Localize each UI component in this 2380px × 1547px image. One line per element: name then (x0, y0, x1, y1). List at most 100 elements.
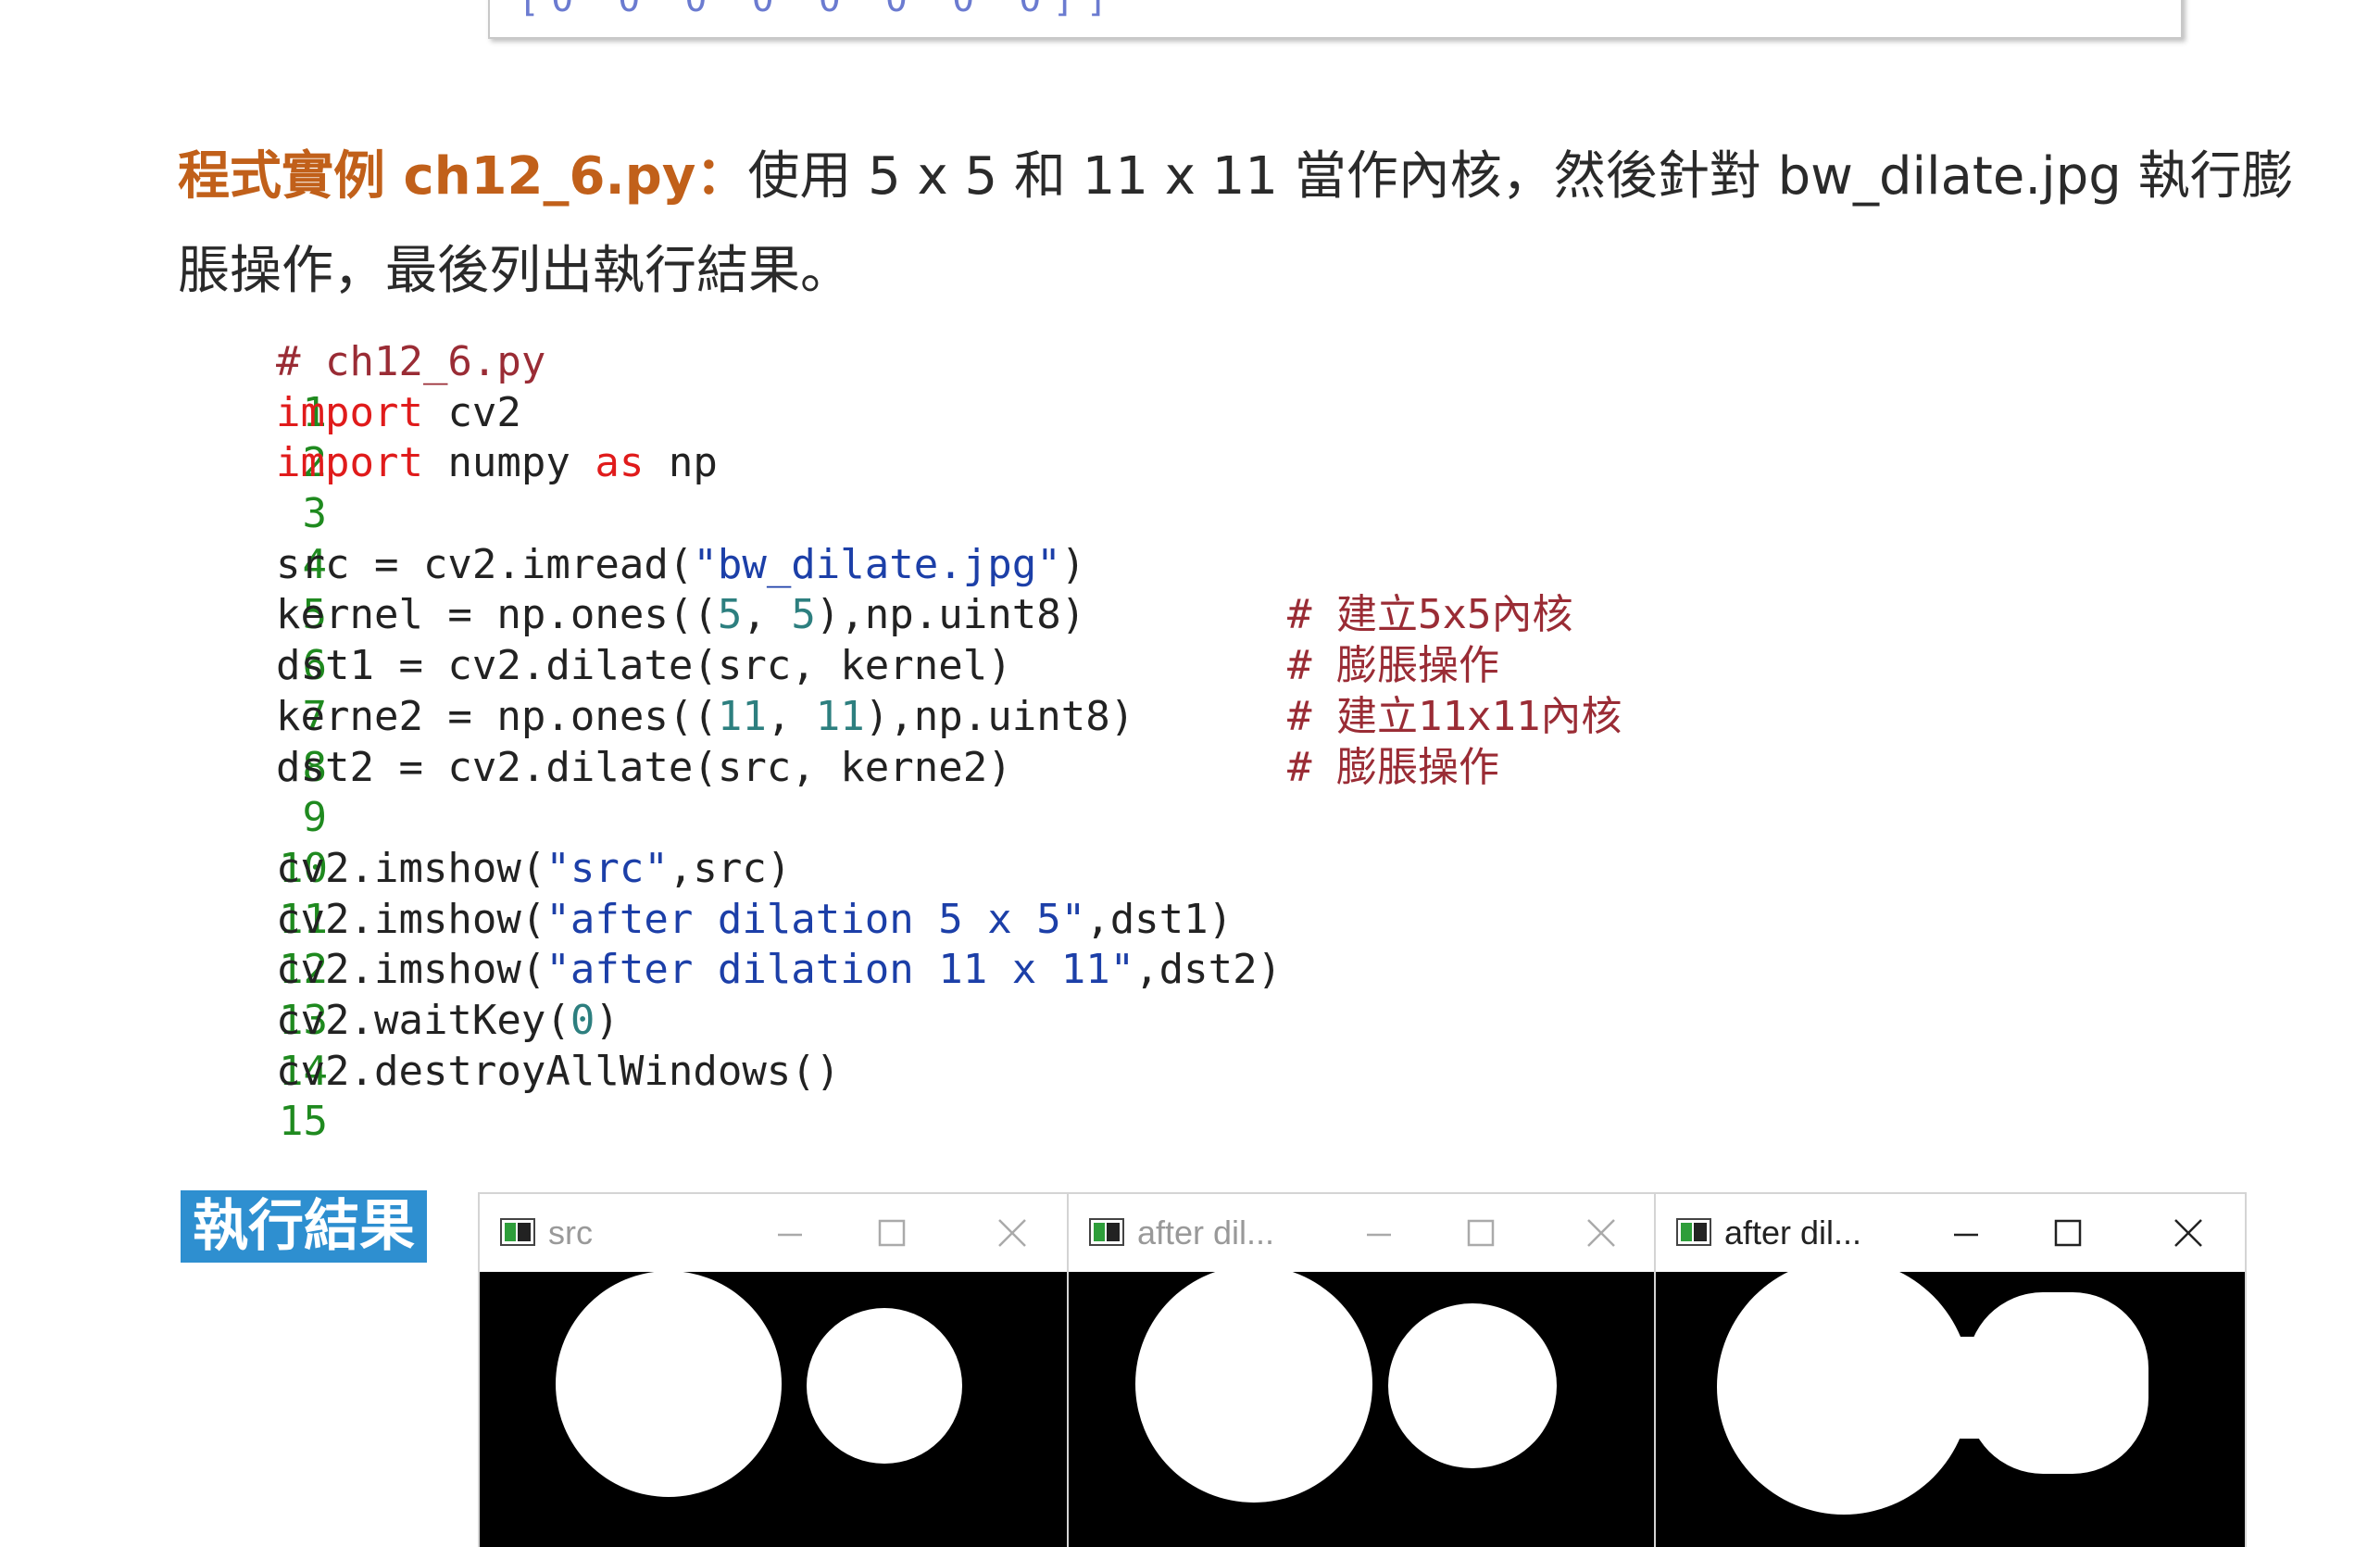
image-canvas (1069, 1272, 1654, 1547)
minimize-button[interactable] (1938, 1207, 1994, 1259)
close-icon (998, 1219, 1026, 1247)
small-circle-shape (1388, 1303, 1557, 1468)
intro-paragraph: 程式實例 ch12_6.py：使用 5 x 5 和 11 x 11 當作內核，然… (178, 130, 2336, 319)
large-circle-shape (1717, 1272, 1971, 1515)
window-after-dilation-11x11: after dil... (1654, 1192, 2247, 1547)
code-text: numpy (422, 439, 595, 487)
code-comment: # 建立5x5內核 (1287, 591, 1573, 639)
code-comment: # ch12_6.py (276, 338, 546, 385)
close-icon (1587, 1219, 1615, 1247)
code-text: ),np.uint8) (864, 692, 1135, 740)
code-text: , (742, 591, 792, 639)
code-text: dst2 = cv2.dilate(src, kerne2) (276, 743, 1012, 791)
window-titlebar[interactable]: src (480, 1194, 1067, 1272)
maximize-button[interactable] (864, 1207, 920, 1259)
code-text: np (644, 439, 718, 487)
code-text: src = cv2.imread( (276, 540, 694, 588)
code-line: 12 cv2.imshow("after dilation 5 x 5",dst… (181, 895, 1233, 994)
code-text: ),np.uint8) (815, 591, 1086, 639)
minimize-icon (1954, 1233, 1978, 1237)
dilation-image (1717, 1272, 2148, 1515)
code-text: cv2.imshow( (276, 844, 546, 892)
code-text: dst1 = cv2.dilate(src, kernel) (276, 642, 1012, 690)
maximize-button[interactable] (1453, 1207, 1509, 1259)
large-circle-shape (1135, 1272, 1372, 1503)
code-line: 1 # ch12_6.py (181, 337, 545, 436)
code-line: 9 dst2 = cv2.dilate(src, kerne2) # 膨脹操作 (181, 743, 1499, 842)
code-text: , (766, 692, 816, 740)
close-button[interactable] (2161, 1207, 2216, 1259)
close-icon (2174, 1219, 2202, 1247)
merged-bridge-shape (1934, 1337, 1998, 1439)
code-string: "after dilation 11 x 11" (545, 946, 1135, 994)
code-line: 5 src = cv2.imread("bw_dilate.jpg") (181, 540, 1085, 639)
code-line: 2 import cv2 (181, 388, 521, 487)
minimize-icon (1367, 1233, 1391, 1237)
line-number: 15 (278, 1098, 328, 1146)
code-line: 15 cv2.destroyAllWindows() (181, 1047, 840, 1146)
image-canvas (480, 1272, 1067, 1547)
code-text: cv2.imshow( (276, 895, 546, 943)
code-text: ,dst1) (1085, 895, 1234, 943)
window-title: src (548, 1214, 593, 1251)
code-line: 13 cv2.imshow("after dilation 11 x 11",d… (181, 945, 1282, 1044)
code-number: 0 (570, 996, 595, 1044)
code-keyword: import (276, 388, 423, 436)
window-titlebar[interactable]: after dil... (1069, 1194, 1654, 1272)
dilation-image (1135, 1272, 1557, 1503)
code-line: 14 cv2.waitKey(0) (181, 996, 620, 1095)
close-button[interactable] (1573, 1207, 1629, 1259)
minimize-button[interactable] (762, 1207, 818, 1259)
code-comment: # 建立11x11內核 (1287, 692, 1622, 740)
code-number: 5 (791, 591, 816, 639)
code-line: 3 import numpy as np (181, 438, 718, 537)
previous-output-text: [0 0 0 0 0 0 0 0]] (518, 0, 1119, 20)
code-line: 7 dst1 = cv2.dilate(src, kernel) # 膨脹操作 (181, 641, 1499, 740)
result-label: 執行結果 (181, 1190, 427, 1263)
previous-output-box: [0 0 0 0 0 0 0 0]] (488, 0, 2183, 39)
code-text: ) (1060, 540, 1086, 588)
code-string: "src" (545, 844, 669, 892)
code-comment: # 膨脹操作 (1287, 743, 1499, 791)
code-line: 4 (181, 489, 327, 588)
maximize-button[interactable] (2040, 1207, 2096, 1259)
code-text: kernel = np.ones(( (276, 591, 718, 639)
small-circle-shape (807, 1308, 962, 1464)
code-string: "bw_dilate.jpg" (693, 540, 1061, 588)
code-keyword: as (595, 439, 645, 487)
code-text: cv2.imshow( (276, 946, 546, 994)
minimize-button[interactable] (1351, 1207, 1407, 1259)
code-line: 11 cv2.imshow("src",src) (181, 844, 791, 943)
image-canvas (1656, 1272, 2245, 1547)
code-text: cv2 (422, 388, 521, 436)
minimize-icon (778, 1233, 802, 1237)
code-number: 5 (717, 591, 743, 639)
code-line: 8 kerne2 = np.ones((11, 11),np.uint8) # … (181, 692, 1622, 791)
code-listing: 1 # ch12_6.py 2 import cv2 3 import nump… (181, 337, 1622, 1146)
code-keyword: import (276, 439, 423, 487)
code-text: ) (595, 996, 620, 1044)
code-string: "after dilation 5 x 5" (545, 895, 1086, 943)
code-comment: # 膨脹操作 (1287, 642, 1499, 690)
code-number: 11 (717, 692, 767, 740)
window-after-dilation-5x5: after dil... (1067, 1192, 1656, 1547)
app-image-icon (500, 1218, 535, 1246)
window-titlebar[interactable]: after dil... (1656, 1194, 2245, 1272)
example-title: 程式實例 ch12_6.py (178, 146, 696, 207)
close-button[interactable] (984, 1207, 1040, 1259)
app-image-icon (1089, 1218, 1124, 1246)
window-title: after dil... (1724, 1214, 1862, 1251)
maximize-icon (878, 1219, 906, 1247)
dilation-image (556, 1272, 962, 1497)
app-image-icon (1676, 1218, 1711, 1246)
code-text: cv2.waitKey( (276, 996, 570, 1044)
maximize-icon (1467, 1219, 1495, 1247)
code-text: cv2.destroyAllWindows() (276, 1047, 841, 1095)
maximize-icon (2054, 1219, 2082, 1247)
window-title: after dil... (1137, 1214, 1275, 1251)
code-text: ,src) (668, 844, 792, 892)
large-circle-shape (556, 1272, 782, 1497)
code-text: ,dst2) (1134, 946, 1283, 994)
code-number: 11 (815, 692, 865, 740)
code-line: 10 (181, 793, 328, 892)
